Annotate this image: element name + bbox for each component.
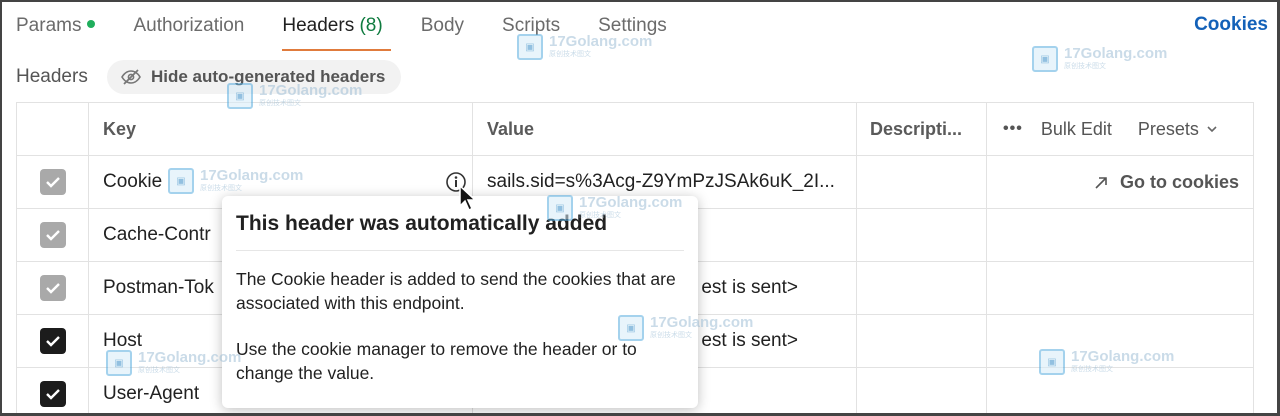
bulk-edit-button[interactable]: Bulk Edit [1041,119,1112,140]
row-checkbox-cell [17,368,89,416]
watermark: ▣ 17Golang.com 原创技术图文 [517,34,652,60]
headers-section-label: Headers [16,66,88,87]
row-checkbox-cell [17,209,89,261]
watermark: ▣ 17Golang.com 原创技术图文 [618,315,753,341]
watermark-logo-icon: ▣ [106,350,132,376]
tab-headers[interactable]: Headers (8) [282,0,392,52]
auto-header-tooltip: This header was automatically added The … [222,196,698,408]
tab-label: Params [16,15,82,36]
watermark-subtext: 原创技术图文 [1064,63,1106,70]
tab-params[interactable]: Params [16,0,96,52]
watermark-logo-icon: ▣ [168,168,194,194]
watermark: ▣ 17Golang.com 原创技术图文 [1039,349,1174,375]
check-icon [45,177,60,188]
watermark-subtext: 原创技术图文 [650,332,692,339]
description-cell[interactable] [857,156,987,208]
select-column-header [17,103,89,155]
actions-cell [987,209,1255,261]
watermark-text: 17Golang.com [549,33,653,50]
arrow-up-right-icon [1095,176,1107,189]
watermark-text: 17Golang.com [200,167,304,184]
description-cell[interactable] [857,209,987,261]
table-actions: ••• Bulk Edit Presets [987,103,1255,155]
actions-cell [987,368,1255,416]
row-checkbox[interactable] [39,275,66,301]
watermark-subtext: 原创技术图文 [200,185,242,192]
key-column-header: Key [89,103,473,155]
watermark-subtext: 原创技术图文 [259,100,301,107]
tooltip-paragraph: Use the cookie manager to remove the hea… [236,339,637,383]
watermark: ▣ 17Golang.com 原创技术图文 [1032,46,1167,72]
header-key: Cache-Contr [103,224,211,245]
watermark-text: 17Golang.com [259,82,363,99]
row-checkbox-cell [17,262,89,314]
description-cell[interactable] [857,315,987,367]
row-checkbox-cell [17,315,89,367]
description-cell[interactable] [857,368,987,416]
presets-dropdown[interactable]: Presets [1138,119,1219,140]
tab-body[interactable]: Body [421,0,464,52]
row-checkbox[interactable] [39,328,66,354]
watermark-text: 17Golang.com [650,314,754,331]
watermark-subtext: 原创技术图文 [549,51,591,58]
go-to-cookies-link[interactable]: Go to cookies [1094,156,1239,208]
description-cell[interactable] [857,262,987,314]
watermark-logo-icon: ▣ [1032,46,1058,72]
watermark-subtext: 原创技术图文 [1071,366,1113,373]
check-icon [45,283,60,294]
go-to-cookies-label: Go to cookies [1119,172,1239,192]
header-key: Host [103,330,143,351]
row-checkbox[interactable] [39,222,66,248]
header-key: Postman-Tok [103,277,214,298]
check-icon [45,336,60,347]
header-value: est is sent> [701,277,798,298]
watermark: ▣ 17Golang.com 原创技术图文 [547,195,682,221]
watermark-text: 17Golang.com [1064,45,1168,62]
watermark-logo-icon: ▣ [618,315,644,341]
watermark: ▣ 17Golang.com 原创技术图文 [227,83,362,109]
tab-label: Authorization [133,15,245,36]
row-checkbox[interactable] [39,381,66,407]
row-checkbox[interactable] [39,169,66,195]
watermark: ▣ 17Golang.com 原创技术图文 [106,350,241,376]
tab-label: Body [420,15,465,36]
watermark-text: 17Golang.com [1071,348,1175,365]
check-icon [45,389,60,400]
header-key: User-Agent [103,383,200,404]
value-column-header: Value [473,103,857,155]
watermark-subtext: 原创技术图文 [579,212,621,219]
watermark-logo-icon: ▣ [227,83,253,109]
params-status-dot [87,19,96,28]
more-options-icon[interactable]: ••• [1003,120,1023,138]
watermark-subtext: 原创技术图文 [138,367,180,374]
watermark-text: 17Golang.com [138,349,242,366]
table-header-row: Key Value Descripti... ••• Bulk Edit Pre… [17,103,1253,156]
presets-label: Presets [1137,118,1199,139]
actions-cell [987,262,1255,314]
headers-count: (8) [359,15,383,36]
watermark: ▣ 17Golang.com 原创技术图文 [168,168,303,194]
mouse-cursor-icon [459,184,477,212]
chevron-down-icon [1207,126,1217,133]
header-key: Cookie [103,171,163,192]
row-checkbox-cell [17,156,89,208]
eye-off-icon [121,69,141,85]
tab-authorization[interactable]: Authorization [133,0,244,52]
watermark-logo-icon: ▣ [547,195,573,221]
tab-label: Headers [282,15,355,36]
watermark-logo-icon: ▣ [517,34,543,60]
header-value: sails.sid=s%3Acg-Z9YmPzJSAk6uK_2I... [487,171,835,192]
check-icon [45,230,60,241]
actions-cell: Go to cookies [987,156,1255,208]
watermark-text: 17Golang.com [579,194,683,211]
tooltip-paragraph: The Cookie header is added to send the c… [236,269,676,313]
cookies-link[interactable]: Cookies [1194,14,1268,36]
description-column-header: Descripti... [857,103,987,155]
watermark-logo-icon: ▣ [1039,349,1065,375]
